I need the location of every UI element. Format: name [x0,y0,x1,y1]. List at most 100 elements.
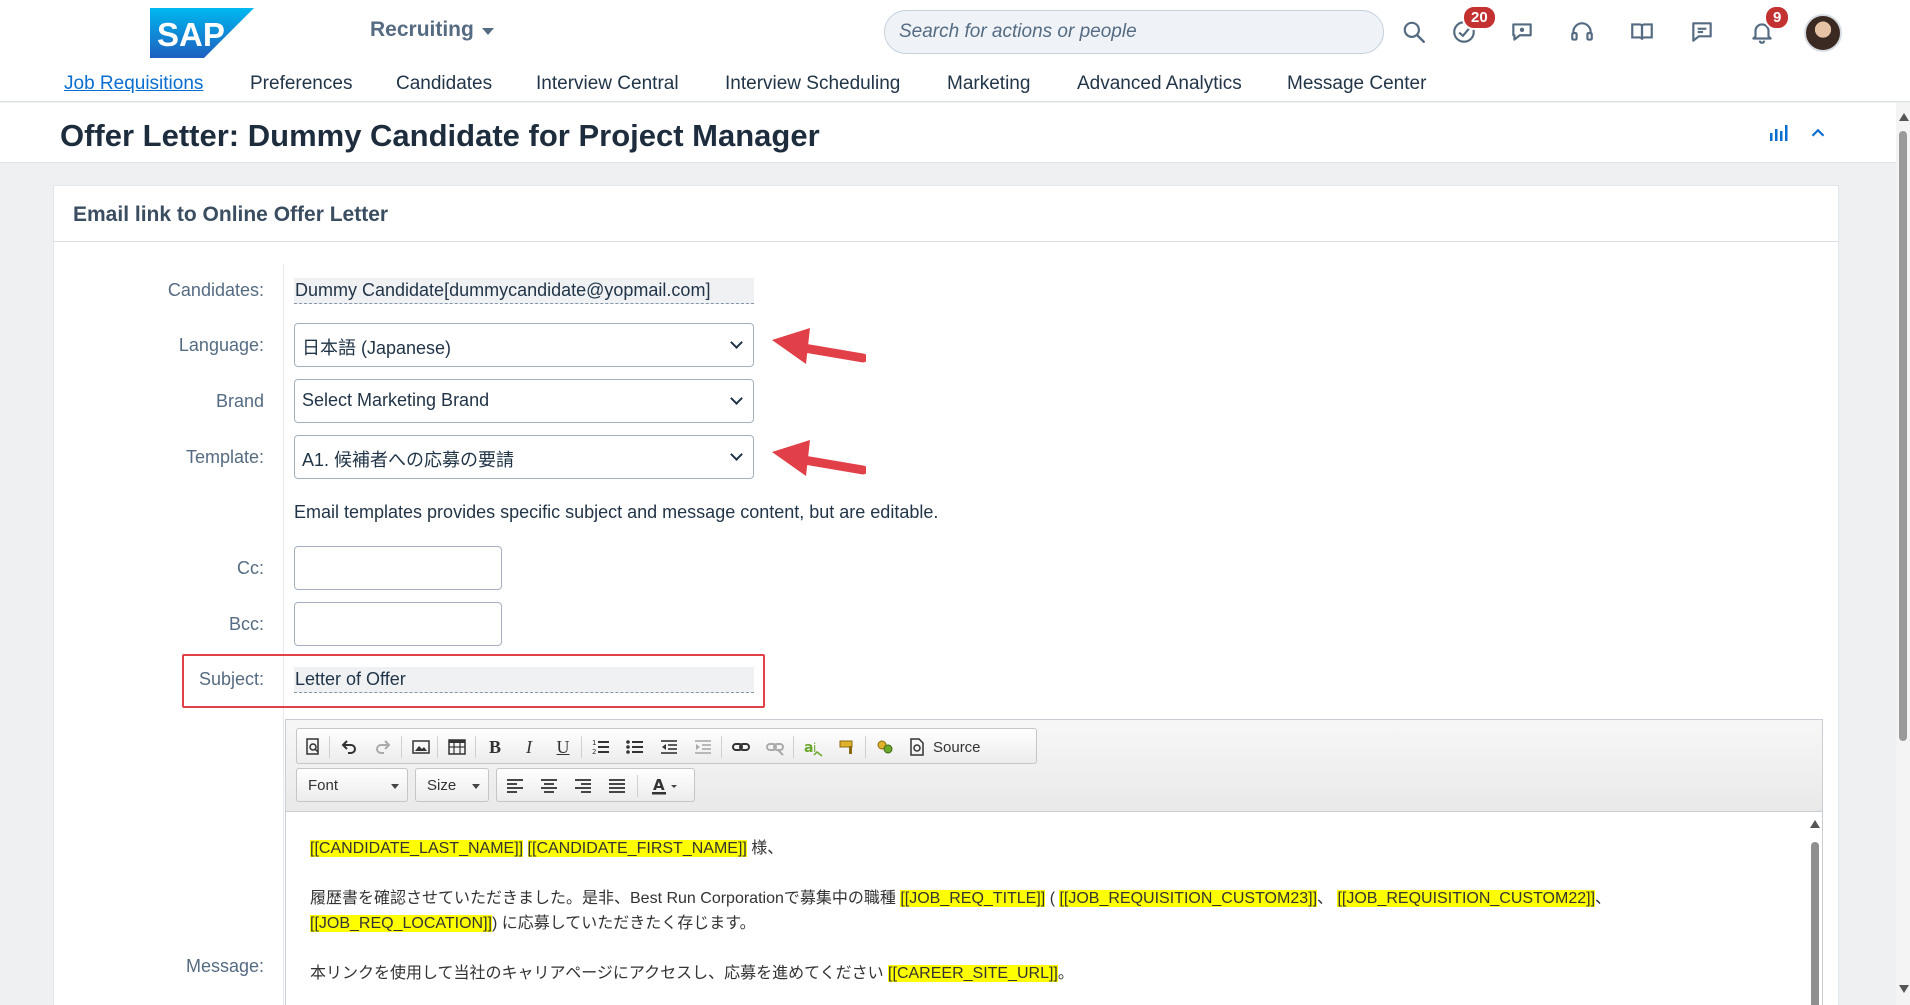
nav-marketing[interactable]: Marketing [947,73,1030,95]
svg-text:SAP: SAP [157,16,225,53]
page-header: Offer Letter: Dummy Candidate for Projec… [0,103,1896,163]
user-avatar[interactable] [1804,14,1842,52]
collapse-header-button[interactable] [1804,119,1832,147]
preview-button[interactable] [301,735,325,759]
template-select[interactable]: A1. 候補者への応募の要請 [294,435,754,479]
chat-button[interactable] [1504,14,1540,50]
feedback-button[interactable] [1684,14,1720,50]
font-combo-label: Font [308,777,339,794]
language-select[interactable]: 日本語 (Japanese) [294,323,754,367]
redo-icon [376,740,391,754]
bcc-input[interactable] [294,602,502,646]
preview-icon [306,738,319,755]
message-text: ( [1045,890,1060,907]
nav-candidates[interactable]: Candidates [396,73,492,95]
search-icon [1403,21,1425,43]
brand-select[interactable]: Select Marketing Brand [294,379,754,423]
remove-link-button[interactable] [763,735,787,759]
message-text: 履歴書を確認させていただきました。是非、Best Run Corporation… [310,890,901,907]
search-button[interactable] [1396,14,1432,50]
size-combo[interactable]: Size [415,768,489,802]
nav-message-center[interactable]: Message Center [1287,73,1426,95]
justify-button[interactable] [605,774,629,798]
nav-job-requisitions[interactable]: Job Requisitions [64,73,203,95]
scroll-up-arrow-icon[interactable] [1810,820,1820,828]
page-scrollbar[interactable] [1896,103,1910,1005]
notification-badge: 9 [1764,5,1791,30]
chevron-down-icon [730,392,743,405]
undo-icon [341,740,356,754]
product-menu[interactable]: Recruiting [370,18,494,42]
open-book-icon [1631,23,1653,40]
paste-button[interactable] [835,735,859,759]
label-divider [283,264,284,1005]
message-label: Message: [185,956,264,976]
chat-bot-icon [1512,23,1532,41]
text-color-icon: A [652,776,677,795]
placeholder-token: [[JOB_REQ_LOCATION]] [310,915,492,932]
toolbar-separator [475,736,476,758]
message-text: ) に応募していただきたく存じます。 [491,915,756,932]
align-left-button[interactable] [503,774,527,798]
analytics-button[interactable] [1764,119,1792,147]
editor-scroll-thumb[interactable] [1811,842,1819,1005]
message-editor: B I U 12 a i Source Font Size A [[CANDID… [285,719,1823,1005]
editor-scrollbar[interactable] [1810,816,1820,1005]
underline-button[interactable]: U [551,735,575,759]
redo-button[interactable] [371,735,395,759]
align-center-button[interactable] [537,774,561,798]
insert-image-button[interactable] [409,735,433,759]
spell-check-button[interactable]: ai [801,735,825,759]
nav-interview-central[interactable]: Interview Central [536,73,679,95]
insert-placeholder-button[interactable] [873,735,897,759]
scroll-down-arrow-icon[interactable] [1899,985,1909,993]
font-combo[interactable]: Font [296,768,408,802]
svg-text:2: 2 [592,748,596,756]
italic-button[interactable]: I [517,735,541,759]
nav-advanced-analytics[interactable]: Advanced Analytics [1077,73,1242,95]
placeholder-token: [[JOB_REQUISITION_CUSTOM22]] [1337,890,1596,907]
global-search-input[interactable] [884,10,1384,54]
undo-button[interactable] [337,735,361,759]
cc-label: Cc: [237,558,264,578]
insert-link-button[interactable] [729,735,753,759]
toolbar-separator [865,736,866,758]
decrease-indent-button[interactable] [657,735,681,759]
learning-button[interactable] [1624,14,1660,50]
bold-button[interactable]: B [483,735,507,759]
placeholder-token: [[CAREER_SITE_URL]] [888,965,1058,982]
editor-body[interactable]: [[CANDIDATE_LAST_NAME]] [[CANDIDATE_FIRS… [286,812,1822,1005]
toolbar-separator [437,736,438,758]
scroll-thumb[interactable] [1899,131,1907,741]
svg-text:A: A [653,776,665,794]
shell-bar: SAP Recruiting 20 9 [0,0,1910,64]
product-menu-label: Recruiting [370,18,474,41]
increase-indent-button[interactable] [691,735,715,759]
scroll-up-arrow-icon[interactable] [1899,113,1909,121]
subject-value: Letter of Offer [294,667,754,693]
source-button[interactable]: Source [907,735,1019,759]
text-color-button[interactable]: A [645,774,685,798]
align-left-icon [507,779,523,793]
sap-logo[interactable]: SAP [150,8,254,58]
bulleted-list-button[interactable] [623,735,647,759]
insert-table-button[interactable] [445,735,469,759]
table-icon [448,739,466,755]
notifications-button[interactable]: 9 [1744,5,1791,50]
placeholder-token: [[JOB_REQ_TITLE]] [900,890,1046,907]
numbered-list-button[interactable]: 12 [589,735,613,759]
toolbar-separator [637,775,638,797]
nav-preferences[interactable]: Preferences [250,73,352,95]
toolbar-separator [581,736,582,758]
nav-interview-scheduling[interactable]: Interview Scheduling [725,73,900,95]
caret-down-icon [481,28,494,35]
align-right-button[interactable] [571,774,595,798]
placeholder-token: [[CANDIDATE_FIRST_NAME]] [527,840,747,857]
annotation-arrow-icon [772,328,866,364]
toolbar-separator [401,736,402,758]
todo-button[interactable]: 20 [1446,5,1497,50]
cc-input[interactable] [294,546,502,590]
candidates-value: Dummy Candidate[dummycandidate@yopmail.c… [294,278,754,304]
message-line-body-cont: [[JOB_REQ_LOCATION]]) に応募していただきたく存じます。 [310,911,1794,936]
support-button[interactable] [1564,14,1600,50]
